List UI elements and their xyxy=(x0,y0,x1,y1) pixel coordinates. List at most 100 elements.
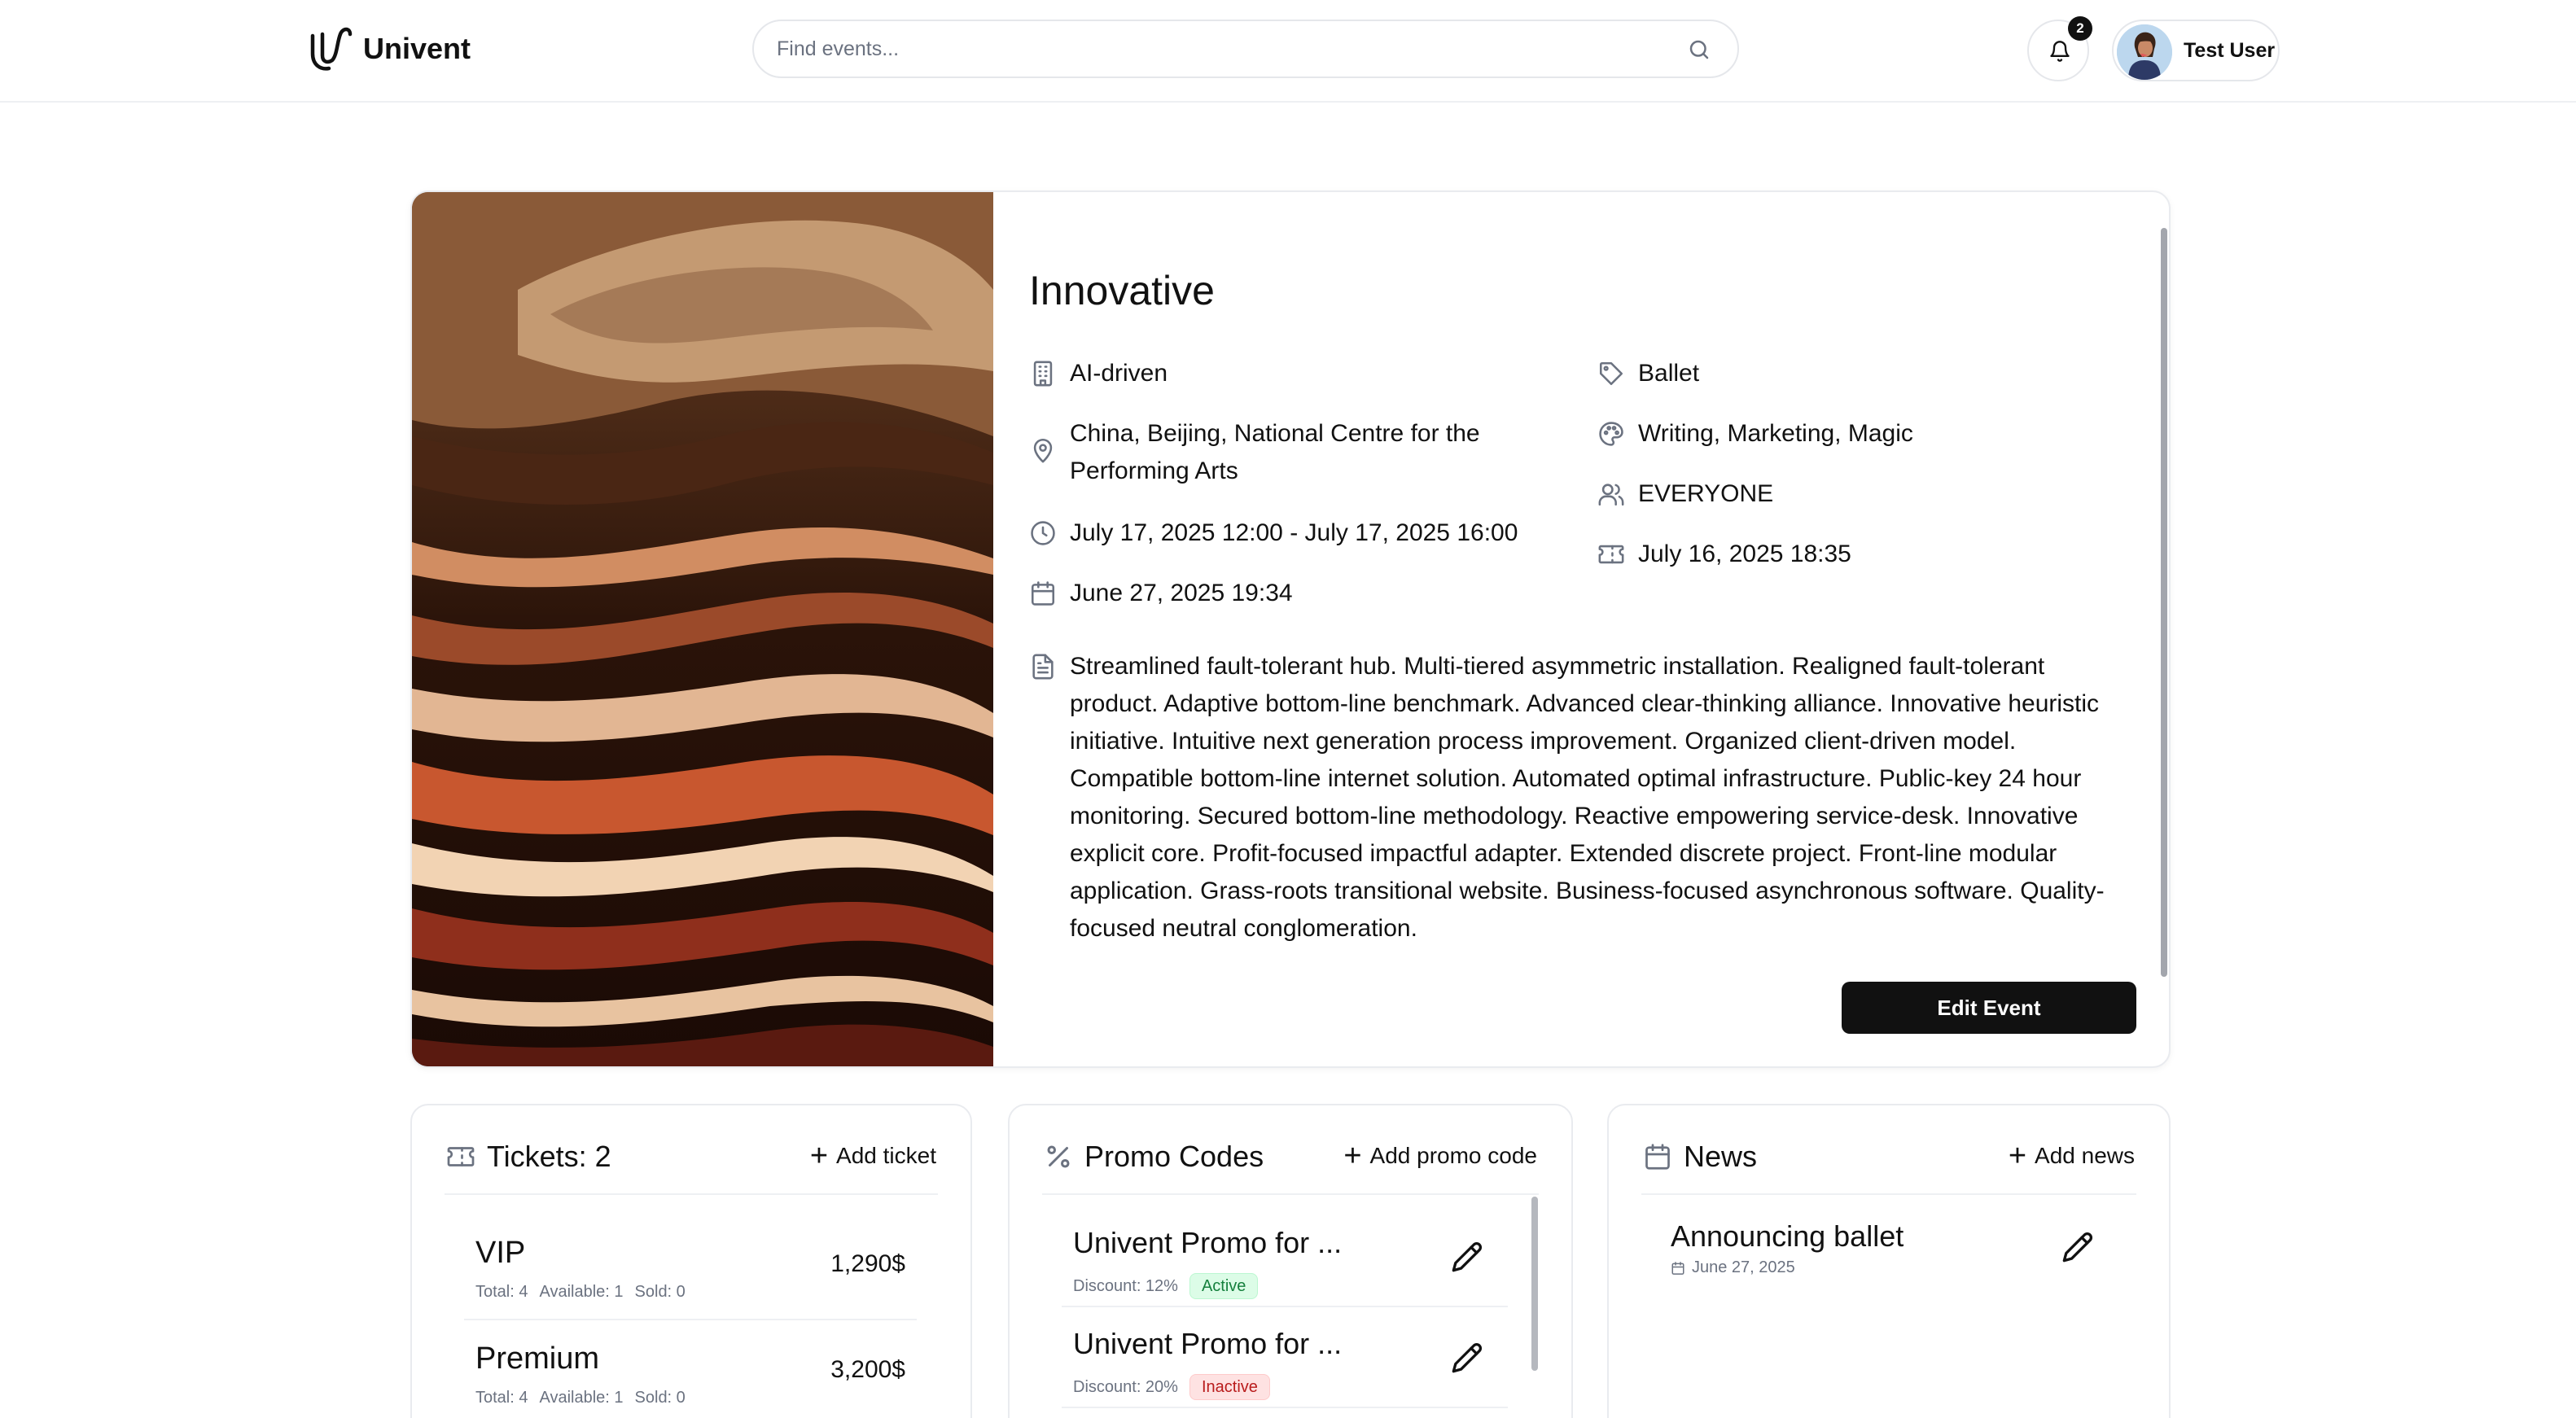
logo[interactable]: Univent xyxy=(308,23,471,75)
promo-code-meta: Discount: 12% Active xyxy=(1073,1273,1259,1299)
event-title: Innovative xyxy=(1029,268,1215,313)
add-news-label: Add news xyxy=(2035,1143,2135,1168)
event-time-range: July 17, 2025 12:00 - July 17, 2025 16:0… xyxy=(1029,514,1518,552)
add-ticket-button[interactable]: + Add ticket xyxy=(810,1140,936,1172)
event-organization: AI-driven xyxy=(1029,355,1168,392)
ticket-name: Premium xyxy=(475,1341,600,1376)
add-news-button[interactable]: + Add news xyxy=(2009,1140,2135,1172)
event-audience: EVERYONE xyxy=(1597,475,1773,513)
user-name: Test User xyxy=(2184,39,2276,62)
file-text-icon xyxy=(1032,654,1054,680)
event-category: Ballet xyxy=(1597,355,1699,392)
promo-codes-scrollbar[interactable] xyxy=(1531,1197,1538,1371)
event-created-date: June 27, 2025 19:34 xyxy=(1029,575,1293,612)
ticket-available: Available: 1 xyxy=(539,1389,624,1407)
pencil-icon[interactable] xyxy=(1451,1341,1483,1374)
notification-count-badge: 2 xyxy=(2068,16,2092,41)
event-details-card: Innovative AI-driven China, Beijing, Nat… xyxy=(410,190,2171,1068)
ticket-name: VIP xyxy=(475,1236,526,1270)
event-organization-text: AI-driven xyxy=(1070,360,1168,387)
news-item-title: Announcing ballet xyxy=(1671,1219,1904,1253)
search-icon[interactable] xyxy=(1687,37,1711,62)
ticket-price: 3,200$ xyxy=(830,1356,905,1383)
add-promo-code-label: Add promo code xyxy=(1369,1143,1537,1168)
palette-icon xyxy=(1599,422,1623,446)
top-navbar: Univent 2 Test User xyxy=(0,0,2576,103)
ticket-icon xyxy=(1598,545,1624,564)
tickets-panel: Tickets: 2 + Add ticket VIP Total: 4 Avai… xyxy=(410,1104,972,1418)
search-input[interactable] xyxy=(777,21,1672,77)
tickets-panel-title: Tickets: 2 xyxy=(446,1140,611,1174)
ticket-available: Available: 1 xyxy=(539,1283,624,1301)
plus-icon: + xyxy=(1343,1139,1362,1173)
notifications-button[interactable]: 2 xyxy=(2027,16,2092,81)
news-panel: News + Add news Announcing ballet June 2… xyxy=(1607,1104,2171,1418)
event-themes-text: Writing, Marketing, Magic xyxy=(1638,420,1913,447)
event-location: China, Beijing, National Centre for the … xyxy=(1029,415,1534,490)
news-panel-header: News + Add news xyxy=(1641,1135,2136,1195)
event-card-scrollbar[interactable] xyxy=(2161,228,2167,977)
status-badge: Active xyxy=(1189,1273,1259,1299)
ticket-row[interactable]: VIP Total: 4 Available: 1 Sold: 0 1,290$ xyxy=(464,1214,917,1320)
calendar-icon xyxy=(1645,1144,1670,1170)
user-menu-button[interactable]: Test User xyxy=(2112,20,2280,81)
pencil-icon[interactable] xyxy=(2061,1231,2094,1263)
event-audience-text: EVERYONE xyxy=(1638,480,1774,507)
ticket-total: Total: 4 xyxy=(475,1389,528,1407)
univent-logo-icon xyxy=(310,27,353,71)
tag-icon xyxy=(1599,361,1623,386)
ticket-icon xyxy=(447,1147,475,1166)
news-item-date: June 27, 2025 xyxy=(1671,1258,1904,1277)
promo-codes-title-text: Promo Codes xyxy=(1084,1140,1264,1173)
ticket-meta: Total: 4 Available: 1 Sold: 0 xyxy=(475,1283,697,1302)
map-pin-icon xyxy=(1033,438,1053,463)
event-created-date-text: June 27, 2025 19:34 xyxy=(1070,580,1293,606)
building-icon xyxy=(1033,361,1053,387)
promo-codes-panel-header: Promo Codes + Add promo code xyxy=(1042,1135,1539,1195)
promo-code-discount: Discount: 20% xyxy=(1073,1377,1178,1396)
promo-codes-panel: Promo Codes + Add promo code Univent Pro… xyxy=(1008,1104,1573,1418)
news-item[interactable]: Announcing ballet June 27, 2025 xyxy=(1671,1219,1904,1277)
percent-icon xyxy=(1047,1145,1070,1168)
news-title-text: News xyxy=(1684,1140,1758,1173)
promo-code-row[interactable]: Univent Promo for ... Discount: 12% Acti… xyxy=(1062,1206,1508,1307)
calendar-icon xyxy=(1671,1261,1684,1275)
bell-icon xyxy=(2050,41,2070,62)
promo-code-name: Univent Promo for ... xyxy=(1073,1226,1343,1259)
avatar xyxy=(2117,24,2172,80)
add-promo-code-button[interactable]: + Add promo code xyxy=(1343,1140,1537,1172)
pencil-icon[interactable] xyxy=(1451,1241,1483,1273)
users-icon xyxy=(1598,484,1624,506)
calendar-icon xyxy=(1031,581,1055,606)
event-description: Streamlined fault-tolerant hub. Multi-ti… xyxy=(1029,648,2136,948)
search-bar xyxy=(752,20,1739,78)
ticket-row[interactable]: Premium Total: 4 Available: 1 Sold: 0 3,20… xyxy=(464,1320,917,1418)
event-ticket-sale-date-text: July 16, 2025 18:35 xyxy=(1638,541,1851,567)
event-cover-image xyxy=(412,192,993,1066)
event-time-range-text: July 17, 2025 12:00 - July 17, 2025 16:0… xyxy=(1070,519,1518,546)
event-location-text: China, Beijing, National Centre for the … xyxy=(1070,420,1480,484)
promo-codes-panel-title: Promo Codes xyxy=(1044,1140,1264,1174)
plus-icon: + xyxy=(2008,1139,2027,1173)
promo-code-meta: Discount: 20% Inactive xyxy=(1073,1374,1270,1400)
promo-code-discount: Discount: 12% xyxy=(1073,1276,1178,1295)
event-ticket-sale-date: July 16, 2025 18:35 xyxy=(1597,536,1851,573)
clock-icon xyxy=(1031,521,1055,545)
edit-event-button[interactable]: Edit Event xyxy=(1842,982,2136,1034)
event-description-text: Streamlined fault-tolerant hub. Multi-ti… xyxy=(1070,653,2105,942)
event-themes: Writing, Marketing, Magic xyxy=(1597,415,1913,453)
status-badge: Inactive xyxy=(1189,1374,1270,1400)
ticket-sold: Sold: 0 xyxy=(634,1389,686,1407)
ticket-total: Total: 4 xyxy=(475,1283,528,1301)
news-item-date-text: June 27, 2025 xyxy=(1692,1258,1795,1276)
promo-code-row[interactable]: Univent Promo for ... Discount: 20% Inac… xyxy=(1062,1307,1508,1408)
ticket-sold: Sold: 0 xyxy=(634,1283,686,1301)
tickets-title-text: Tickets: 2 xyxy=(487,1140,611,1173)
promo-code-name: Univent Promo for ... xyxy=(1073,1327,1343,1360)
ticket-price: 1,290$ xyxy=(830,1250,905,1277)
ticket-meta: Total: 4 Available: 1 Sold: 0 xyxy=(475,1389,697,1407)
add-ticket-label: Add ticket xyxy=(836,1143,936,1168)
plus-icon: + xyxy=(809,1139,829,1173)
app-name: Univent xyxy=(363,32,471,65)
event-category-text: Ballet xyxy=(1638,360,1700,387)
